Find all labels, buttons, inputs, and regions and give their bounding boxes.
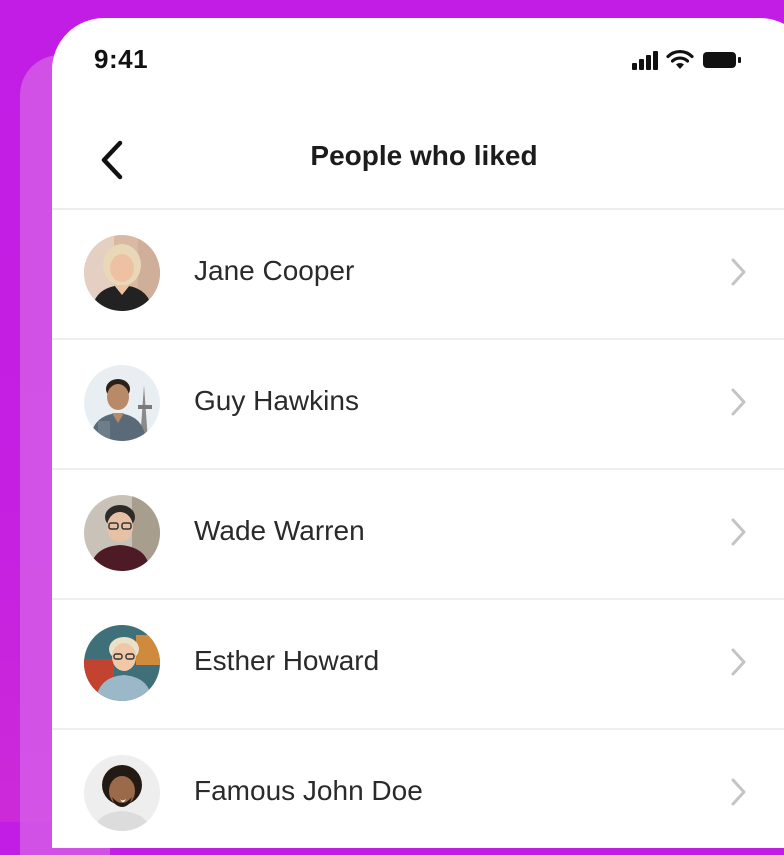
navigation-bar: People who liked [52,110,784,210]
avatar [84,235,160,311]
chevron-right-icon [731,388,746,416]
battery-icon [703,52,741,68]
chevron-right-icon [731,258,746,286]
list-item[interactable]: Wade Warren [52,470,784,600]
status-time: 9:41 [94,44,149,74]
avatar [84,365,160,441]
status-bar: 9:41 [52,18,784,98]
person-name: Famous John Doe [194,775,423,806]
phone-screen: 9:41 People who liked Jane Cooper Guy Ha… [52,18,784,848]
avatar [84,755,160,831]
person-name: Jane Cooper [194,255,355,286]
chevron-right-icon [731,778,746,806]
chevron-right-icon [731,518,746,546]
list-item[interactable]: Guy Hawkins [52,340,784,470]
person-name: Guy Hawkins [194,385,359,416]
page-title: People who liked [310,140,538,171]
avatar [84,495,160,571]
list-item[interactable]: Jane Cooper [52,210,784,340]
person-name: Wade Warren [194,515,365,546]
wifi-icon [666,49,694,69]
chevron-right-icon [731,648,746,676]
avatar [84,625,160,701]
people-list: Jane Cooper Guy Hawkins Wade Warren Esth… [52,210,784,848]
status-icons [632,48,742,72]
list-item[interactable]: Esther Howard [52,600,784,730]
list-item[interactable]: Famous John Doe [52,730,784,848]
signal-icon [632,51,658,70]
person-name: Esther Howard [194,645,380,676]
